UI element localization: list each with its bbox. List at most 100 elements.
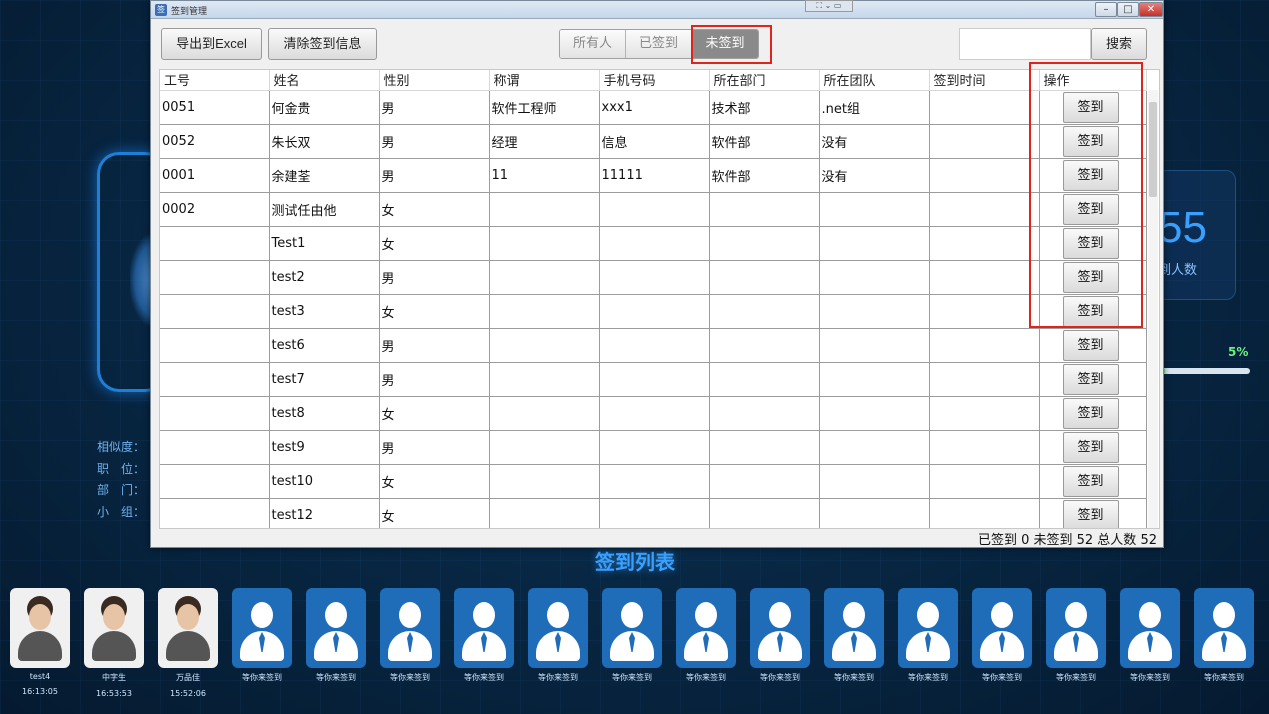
- avatar-name: 等你来签到: [1204, 673, 1244, 682]
- checkin-button[interactable]: 签到: [1062, 363, 1119, 395]
- column-header[interactable]: 性别: [379, 70, 490, 91]
- clear-checkin-button[interactable]: 清除签到信息: [268, 28, 377, 60]
- table-cell: 0052: [160, 124, 270, 159]
- table-row[interactable]: test6 男 签到: [160, 328, 1147, 363]
- column-header[interactable]: 姓名: [269, 70, 380, 91]
- data-grid: 工号 姓名 性别 称谓 手机号码 所在部门 所在团队 签到时间 操作 0051 何金贵男软件工程师…: [160, 70, 1147, 528]
- window-title: 签到管理: [171, 7, 208, 17]
- avatar-placeholder-icon: [1046, 588, 1106, 668]
- table-cell: [599, 430, 710, 465]
- avatar-photo: [10, 588, 70, 668]
- table-cell: [160, 226, 270, 261]
- avatar-name: 等你来签到: [464, 673, 504, 682]
- table-row[interactable]: test12 女 签到: [160, 498, 1147, 528]
- table-row[interactable]: 0001 余建荃男 11 11111 软件部 没有 签到: [160, 158, 1147, 193]
- table-cell: [489, 328, 600, 363]
- action-cell: 签到: [1039, 362, 1147, 397]
- avatar-time: 15:52:06: [170, 689, 206, 698]
- table-row[interactable]: test2 男签到: [160, 260, 1147, 295]
- table-row[interactable]: 0051 何金贵男软件工程师 xxx1 技术部 .net组 签到: [160, 90, 1147, 125]
- table-row[interactable]: test7 男 签到: [160, 362, 1147, 397]
- table-row[interactable]: 0052 朱长双男经理 信息 软件部 没有 签到: [160, 124, 1147, 159]
- table-cell: [929, 124, 1040, 159]
- scrollbar-thumb[interactable]: [1149, 102, 1157, 197]
- avatar-card: test4 16:13:05: [10, 588, 70, 698]
- checkin-button[interactable]: 签到: [1062, 499, 1119, 528]
- minimize-button[interactable]: –: [1095, 2, 1117, 17]
- table-cell: [160, 464, 270, 499]
- table-cell: 男: [379, 124, 490, 159]
- table-row[interactable]: test10 女 签到: [160, 464, 1147, 499]
- avatar-time: 16:53:53: [96, 689, 132, 698]
- table-row[interactable]: test8 女 签到: [160, 396, 1147, 431]
- table-row[interactable]: Test1 女签到: [160, 226, 1147, 261]
- table-cell: [819, 362, 930, 397]
- maximize-button[interactable]: □: [1117, 2, 1139, 17]
- column-header[interactable]: 签到时间: [929, 70, 1040, 91]
- search-button[interactable]: 搜索: [1091, 28, 1147, 60]
- avatar-card: 等你来签到: [454, 588, 514, 698]
- table-cell: [489, 396, 600, 431]
- table-cell: [709, 328, 820, 363]
- table-cell: 男: [379, 260, 490, 295]
- table-cell: 软件工程师: [489, 90, 600, 125]
- avatar-card: 等你来签到: [1194, 588, 1254, 698]
- checkin-button[interactable]: 签到: [1062, 465, 1119, 497]
- avatar-name: 等你来签到: [760, 673, 800, 682]
- column-header[interactable]: 所在团队: [819, 70, 930, 91]
- table-cell: 技术部: [709, 90, 820, 125]
- avatar-photo: [158, 588, 218, 668]
- table-row[interactable]: 0002 测试任由他女签到: [160, 192, 1147, 227]
- table-cell: 女: [379, 192, 490, 227]
- avatar-placeholder-icon: [232, 588, 292, 668]
- table-cell: [819, 498, 930, 528]
- table-cell: [599, 396, 710, 431]
- avatar-name: 中字生: [102, 673, 126, 682]
- checkin-button[interactable]: 签到: [1062, 397, 1119, 429]
- table-cell: [599, 498, 710, 528]
- column-header[interactable]: 工号: [160, 70, 270, 91]
- table-row[interactable]: test9 男 签到: [160, 430, 1147, 465]
- progress-bar: [1160, 368, 1250, 374]
- table-cell: [819, 396, 930, 431]
- info-similarity-label: 相似度：: [97, 440, 146, 454]
- table-row[interactable]: test3 女签到: [160, 294, 1147, 329]
- filter-all-tab[interactable]: 所有人: [560, 30, 626, 58]
- column-header[interactable]: 称谓: [489, 70, 600, 91]
- table-cell: [929, 430, 1040, 465]
- avatar-name: 等你来签到: [538, 673, 578, 682]
- export-excel-button[interactable]: 导出到Excel: [161, 28, 262, 60]
- search-input[interactable]: [959, 28, 1091, 60]
- table-cell: [709, 362, 820, 397]
- filter-checked-tab[interactable]: 已签到: [626, 30, 692, 58]
- table-cell: [160, 294, 270, 329]
- table-cell: Test1: [269, 226, 380, 261]
- table-cell: 没有: [819, 158, 930, 193]
- table-cell: [819, 226, 930, 261]
- vertical-scrollbar[interactable]: [1148, 90, 1158, 528]
- avatar-placeholder-icon: [676, 588, 736, 668]
- action-cell: 签到: [1039, 430, 1147, 465]
- checkin-button[interactable]: 签到: [1062, 329, 1119, 361]
- avatar-name: 等你来签到: [834, 673, 874, 682]
- column-header[interactable]: 所在部门: [709, 70, 820, 91]
- table-cell: 何金贵: [269, 90, 380, 125]
- title-bar[interactable]: 签 签到管理 – □ ✕: [151, 1, 1163, 19]
- checkin-button[interactable]: 签到: [1062, 431, 1119, 463]
- avatar-card: 等你来签到: [898, 588, 958, 698]
- avatar-placeholder-icon: [454, 588, 514, 668]
- avatar-name: 万品佳: [176, 673, 200, 682]
- floating-toolbar[interactable]: ⛶ ⌄ ▭: [805, 0, 853, 12]
- table-cell: [819, 294, 930, 329]
- column-header[interactable]: 手机号码: [599, 70, 710, 91]
- table-cell: xxx1: [599, 90, 710, 125]
- table-cell: [599, 192, 710, 227]
- table-cell: 11111: [599, 158, 710, 193]
- table-cell: test8: [269, 396, 380, 431]
- table-cell: 0002: [160, 192, 270, 227]
- avatar-name: 等你来签到: [242, 673, 282, 682]
- table-cell: [489, 464, 600, 499]
- close-button[interactable]: ✕: [1139, 2, 1163, 17]
- table-cell: 余建荃: [269, 158, 380, 193]
- checkin-management-dialog: 签 签到管理 – □ ✕ 导出到Excel 清除签到信息 所有人 已签到 未签到…: [150, 0, 1164, 548]
